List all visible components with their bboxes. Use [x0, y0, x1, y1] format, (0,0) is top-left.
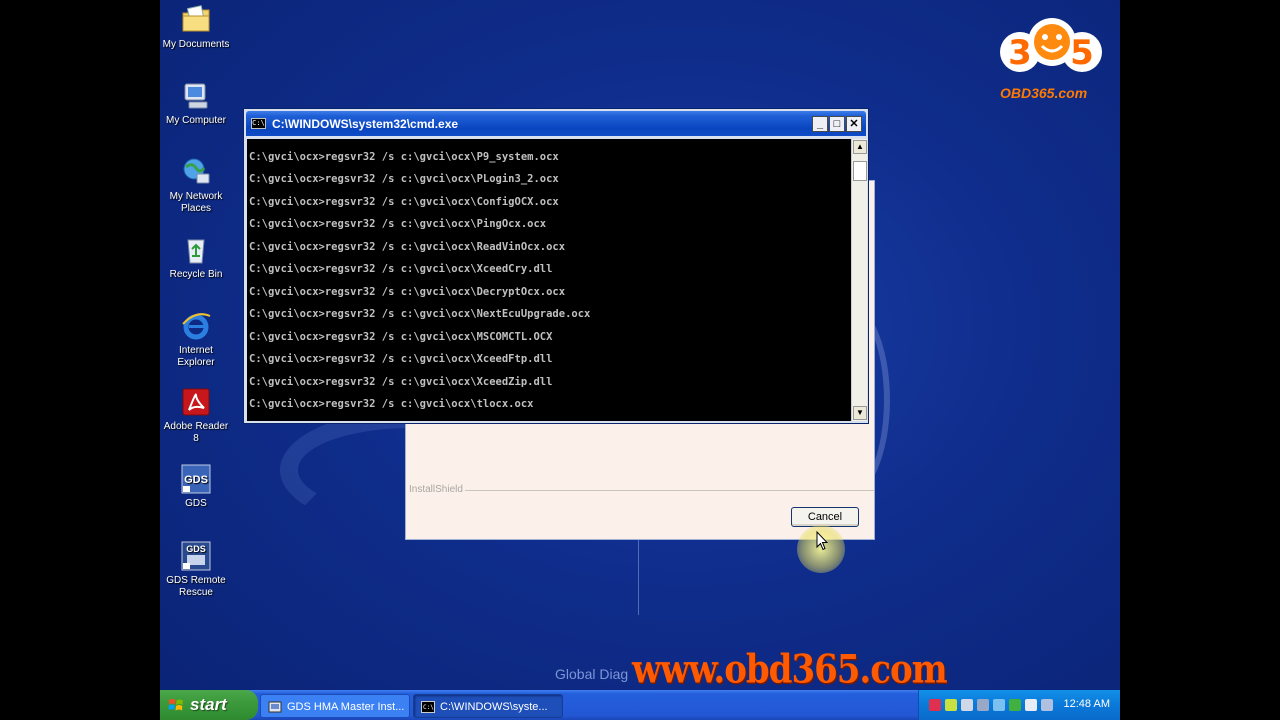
- adobe-reader-icon: [182, 388, 210, 416]
- cmd-title-bar[interactable]: C:\ C:\WINDOWS\system32\cmd.exe _ □ ✕: [246, 111, 866, 136]
- cmd-app-icon[interactable]: C:\: [251, 118, 266, 129]
- tray-volume-icon[interactable]: [1025, 699, 1037, 711]
- installshield-separator: [464, 490, 874, 491]
- vertical-scrollbar[interactable]: ▲ ▼: [851, 139, 867, 421]
- console-line: C:\gvci\ocx>regsvr32 /s c:\gvci\ocx\MSCO…: [249, 331, 553, 343]
- installer-icon: [268, 701, 282, 713]
- splash-caption: Global Diag: [555, 666, 629, 682]
- windows-flag-icon: [168, 699, 183, 711]
- console-line: C:\gvci\ocx>regsvr32 /s c:\gvci\ocx\Read…: [249, 241, 566, 253]
- folder-documents-icon: [182, 5, 210, 32]
- gds-icon: GDS: [181, 464, 211, 494]
- desktop-icon-recycle-bin[interactable]: Recycle Bin: [160, 234, 232, 281]
- desktop: Global Diag My Documents My Computer My …: [160, 0, 1120, 720]
- close-button[interactable]: ✕: [846, 116, 862, 132]
- desktop-icon-label: Adobe Reader 8: [163, 421, 229, 444]
- svg-text:5: 5: [1070, 33, 1094, 73]
- ie-icon: [182, 313, 211, 340]
- gds-remote-icon: GDS: [181, 541, 211, 571]
- console-line: C:\gvci\ocx>regsvr32 /s c:\gvci\ocx\Decr…: [249, 286, 566, 298]
- scroll-up-icon[interactable]: ▲: [853, 140, 867, 154]
- taskbar-item-label: GDS HMA Master Inst...: [287, 701, 405, 713]
- taskbar-item-cmd[interactable]: C:\ C:\WINDOWS\syste...: [413, 694, 563, 718]
- cmd-window: C:\ C:\WINDOWS\system32\cmd.exe _ □ ✕ C:…: [243, 108, 869, 424]
- desktop-icon-my-network-places[interactable]: My Network Places: [160, 156, 232, 215]
- scrollbar-thumb[interactable]: [853, 161, 867, 181]
- svg-text:GDS: GDS: [186, 544, 206, 554]
- console-line: C:\gvci\ocx>regsvr32 /s c:\gvci\ocx\P9_s…: [249, 151, 559, 163]
- start-button[interactable]: start: [160, 690, 258, 720]
- tray-app-icon[interactable]: [929, 699, 941, 711]
- desktop-icon-gds[interactable]: GDS GDS: [160, 463, 232, 510]
- tray-display-icon[interactable]: [977, 699, 989, 711]
- recycle-bin-icon: [187, 239, 205, 264]
- console-line: C:\gvci\ocx>regsvr32 /s c:\gvci\ocx\Ping…: [249, 218, 547, 230]
- desktop-icon-internet-explorer[interactable]: Internet Explorer: [160, 310, 232, 369]
- desktop-icon-label: GDS: [185, 498, 207, 509]
- mouse-cursor-icon: [816, 531, 828, 551]
- site-watermark: www.obd365.com: [632, 647, 948, 693]
- network-icon: [183, 158, 210, 184]
- system-tray: 12:48 AM: [918, 690, 1120, 720]
- console-line: C:\gvci\ocx>regsvr32 /s c:\gvci\ocx\Next…: [249, 308, 591, 320]
- minimize-button[interactable]: _: [812, 116, 828, 132]
- obd365-logo-url: OBD365.com: [1000, 85, 1088, 101]
- tray-battery-icon[interactable]: [945, 699, 957, 711]
- tray-usb-icon[interactable]: [993, 699, 1005, 711]
- taskbar-clock: 12:48 AM: [1063, 698, 1110, 710]
- cmd-console-output[interactable]: C:\gvci\ocx>regsvr32 /s c:\gvci\ocx\P9_s…: [247, 139, 851, 421]
- svg-text:C:\: C:\: [423, 704, 434, 711]
- desktop-icon-label: My Network Places: [169, 191, 223, 214]
- desktop-icon-label: My Documents: [162, 39, 230, 50]
- console-line: C:\gvci\ocx>regsvr32 /s c:\gvci\ocx\Xcee…: [249, 353, 553, 365]
- console-line: C:\gvci\ocx>regsvr32 /s c:\gvci\ocx\Xcee…: [249, 376, 553, 388]
- tray-security-icon[interactable]: [1009, 699, 1021, 711]
- cancel-button[interactable]: Cancel: [791, 507, 859, 527]
- cmd-window-title: C:\WINDOWS\system32\cmd.exe: [272, 117, 459, 131]
- tray-monitor-icon[interactable]: [1041, 699, 1053, 711]
- tray-network-icon[interactable]: [961, 699, 973, 711]
- installshield-label: InstallShield: [409, 484, 465, 495]
- computer-icon: [184, 83, 208, 109]
- maximize-button[interactable]: □: [829, 116, 845, 132]
- scroll-down-icon[interactable]: ▼: [853, 406, 867, 420]
- cmd-icon: C:\: [421, 701, 435, 713]
- console-line: C:\gvci\ocx>regsvr32 /s c:\gvci\ocx\Conf…: [249, 196, 559, 208]
- desktop-icon-label: GDS Remote Rescue: [166, 575, 226, 598]
- taskbar-item-label: C:\WINDOWS\syste...: [440, 701, 548, 713]
- desktop-icon-label: Internet Explorer: [177, 345, 215, 368]
- start-label: start: [190, 695, 227, 714]
- svg-text:GDS: GDS: [184, 474, 208, 486]
- taskbar-item-gds-installer[interactable]: GDS HMA Master Inst...: [260, 694, 410, 718]
- console-line: C:\gvci\ocx>regsvr32 /s c:\gvci\ocx\Xcee…: [249, 263, 553, 275]
- svg-text:3: 3: [1008, 33, 1032, 73]
- desktop-icon-label: Recycle Bin: [169, 269, 223, 280]
- splash-line-decoration: [638, 540, 639, 615]
- desktop-icon-my-documents[interactable]: My Documents: [160, 4, 232, 51]
- desktop-icon-my-computer[interactable]: My Computer: [160, 80, 232, 127]
- desktop-icon-label: My Computer: [165, 115, 226, 126]
- console-line: C:\gvci\ocx>regsvr32 /s c:\gvci\ocx\PLog…: [249, 173, 559, 185]
- desktop-icon-gds-remote-rescue[interactable]: GDS GDS Remote Rescue: [160, 540, 232, 599]
- taskbar: start GDS HMA Master Inst... C:\ C:\WIND…: [160, 690, 1120, 720]
- console-line: C:\gvci\ocx>regsvr32 /s c:\gvci\ocx\tloc…: [249, 398, 534, 410]
- desktop-icon-adobe-reader[interactable]: Adobe Reader 8: [160, 386, 232, 445]
